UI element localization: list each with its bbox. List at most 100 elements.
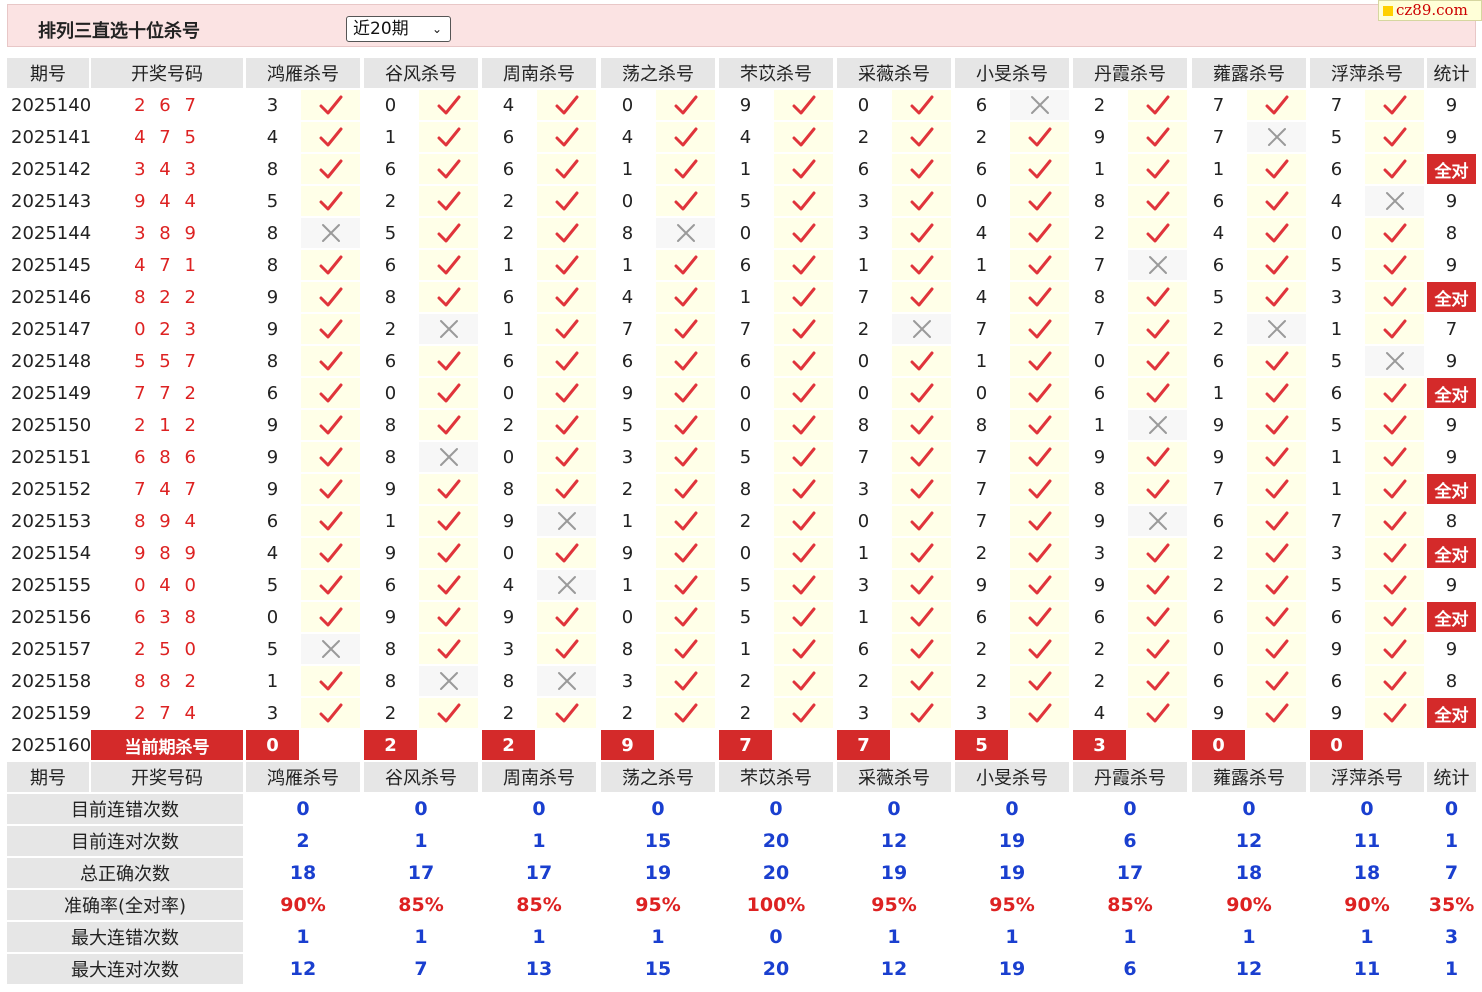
bottom-header-expert-8[interactable]: 蕹露杀号 <box>1192 762 1306 792</box>
all-right-badge: 全对 <box>1427 282 1476 312</box>
hit-cell <box>1365 282 1424 312</box>
kill-value: 2 <box>601 698 654 728</box>
hit-cell <box>656 378 715 408</box>
header-expert-1[interactable]: 谷风杀号 <box>364 58 478 88</box>
issue-number: 2025158 <box>7 666 91 696</box>
hit-cell <box>537 90 596 120</box>
bottom-header-expert-3[interactable]: 荡之杀号 <box>601 762 715 792</box>
hit-cell <box>1365 122 1424 152</box>
stat-value: 1 <box>414 830 428 852</box>
bottom-header-expert-9[interactable]: 浮萍杀号 <box>1310 762 1424 792</box>
site-logo[interactable]: cz89.com <box>1378 0 1482 21</box>
check-icon <box>674 479 697 499</box>
hit-cell <box>774 666 833 696</box>
kill-value: 7 <box>1073 314 1126 344</box>
kill-value: 3 <box>837 570 890 600</box>
check-icon <box>1028 575 1051 595</box>
cross-icon <box>912 320 931 338</box>
check-icon <box>1265 479 1288 499</box>
stat-value: 19 <box>644 862 672 884</box>
check-icon <box>1265 159 1288 179</box>
draw-numbers: 7 4 7 <box>134 478 200 500</box>
kill-value: 8 <box>246 346 299 376</box>
draw-numbers: 9 4 4 <box>134 190 200 212</box>
bottom-header-expert-1[interactable]: 谷风杀号 <box>364 762 478 792</box>
kill-value: 1 <box>1192 154 1245 184</box>
draw-numbers: 8 8 2 <box>134 670 200 692</box>
hit-cell <box>656 90 715 120</box>
check-icon <box>437 255 460 275</box>
issue-number: 2025144 <box>7 218 91 248</box>
header-expert-7[interactable]: 丹霞杀号 <box>1073 58 1187 88</box>
kill-value: 4 <box>955 282 1008 312</box>
kill-value: 1 <box>1310 314 1363 344</box>
logo-square-icon <box>1383 6 1393 16</box>
period-select[interactable]: 近20期 ⌄ <box>346 16 451 42</box>
kill-value: 6 <box>601 346 654 376</box>
header-expert-9[interactable]: 浮萍杀号 <box>1310 58 1424 88</box>
hit-cell <box>774 314 833 344</box>
check-icon <box>437 223 460 243</box>
kill-value: 1 <box>1310 442 1363 472</box>
kill-value: 9 <box>1310 698 1363 728</box>
hit-cell <box>774 282 833 312</box>
hit-cell <box>537 538 596 568</box>
check-icon <box>1146 191 1169 211</box>
kill-value: 4 <box>1310 186 1363 216</box>
hit-cell <box>1010 474 1069 504</box>
check-icon <box>674 415 697 435</box>
hit-cell <box>774 602 833 632</box>
kill-value: 0 <box>955 186 1008 216</box>
check-icon <box>1028 479 1051 499</box>
check-icon <box>792 223 815 243</box>
hit-cell <box>774 570 833 600</box>
hit-cell <box>1247 410 1306 440</box>
bottom-header-expert-2[interactable]: 周南杀号 <box>482 762 596 792</box>
kill-value: 4 <box>719 122 772 152</box>
check-icon <box>1265 543 1288 563</box>
stat-label: 总正确次数 <box>7 858 243 888</box>
stat-value: 12 <box>289 958 317 980</box>
current-kill-value: 0 <box>1192 730 1245 760</box>
bottom-header-expert-7[interactable]: 丹霞杀号 <box>1073 762 1187 792</box>
kill-value: 6 <box>837 634 890 664</box>
kill-value: 6 <box>364 570 417 600</box>
header-expert-4[interactable]: 芣苡杀号 <box>719 58 833 88</box>
kill-value: 3 <box>246 90 299 120</box>
hit-cell <box>537 154 596 184</box>
kill-value: 2 <box>955 666 1008 696</box>
check-icon <box>910 255 933 275</box>
hit-cell <box>537 378 596 408</box>
hit-cell <box>419 346 478 376</box>
bottom-header-expert-4[interactable]: 芣苡杀号 <box>719 762 833 792</box>
hit-cell <box>1365 250 1424 280</box>
bottom-header-expert-0[interactable]: 鸿雁杀号 <box>246 762 360 792</box>
hit-cell <box>537 218 596 248</box>
bottom-header-expert-6[interactable]: 小旻杀号 <box>955 762 1069 792</box>
kill-value: 0 <box>719 218 772 248</box>
hit-cell <box>1010 666 1069 696</box>
check-icon <box>437 575 460 595</box>
bottom-header-expert-5[interactable]: 采薇杀号 <box>837 762 951 792</box>
stat-value: 1 <box>1123 926 1137 948</box>
header-expert-3[interactable]: 荡之杀号 <box>601 58 715 88</box>
check-icon <box>1028 447 1051 467</box>
kill-value: 7 <box>1310 506 1363 536</box>
check-icon <box>319 159 342 179</box>
header-expert-6[interactable]: 小旻杀号 <box>955 58 1069 88</box>
period-select-value: 近20期 <box>353 19 409 39</box>
miss-cell <box>537 506 596 536</box>
hit-cell <box>1128 218 1187 248</box>
kill-value: 2 <box>719 506 772 536</box>
kill-value: 0 <box>837 506 890 536</box>
header-expert-2[interactable]: 周南杀号 <box>482 58 596 88</box>
header-expert-5[interactable]: 采薇杀号 <box>837 58 951 88</box>
header-expert-0[interactable]: 鸿雁杀号 <box>246 58 360 88</box>
miss-cell <box>1010 90 1069 120</box>
check-icon <box>1265 287 1288 307</box>
kill-value: 6 <box>246 378 299 408</box>
kill-value: 1 <box>364 506 417 536</box>
kill-value: 6 <box>837 154 890 184</box>
check-icon <box>1265 351 1288 371</box>
header-expert-8[interactable]: 蕹露杀号 <box>1192 58 1306 88</box>
